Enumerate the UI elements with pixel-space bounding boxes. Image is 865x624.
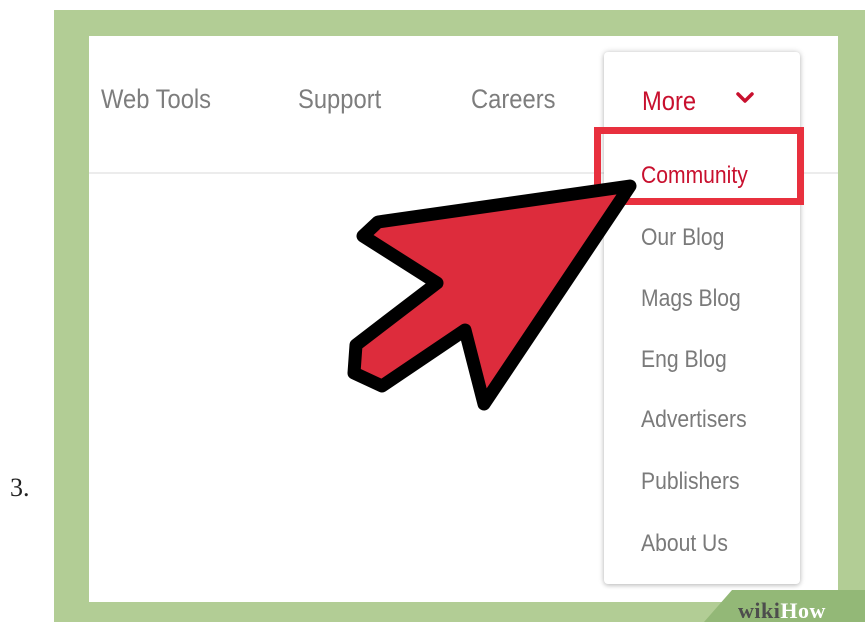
watermark-wiki: wiki <box>738 598 781 623</box>
watermark-how: How <box>780 598 826 623</box>
wikihow-logo: wikiHow <box>738 598 826 624</box>
pointer-arrow-icon <box>347 179 637 411</box>
